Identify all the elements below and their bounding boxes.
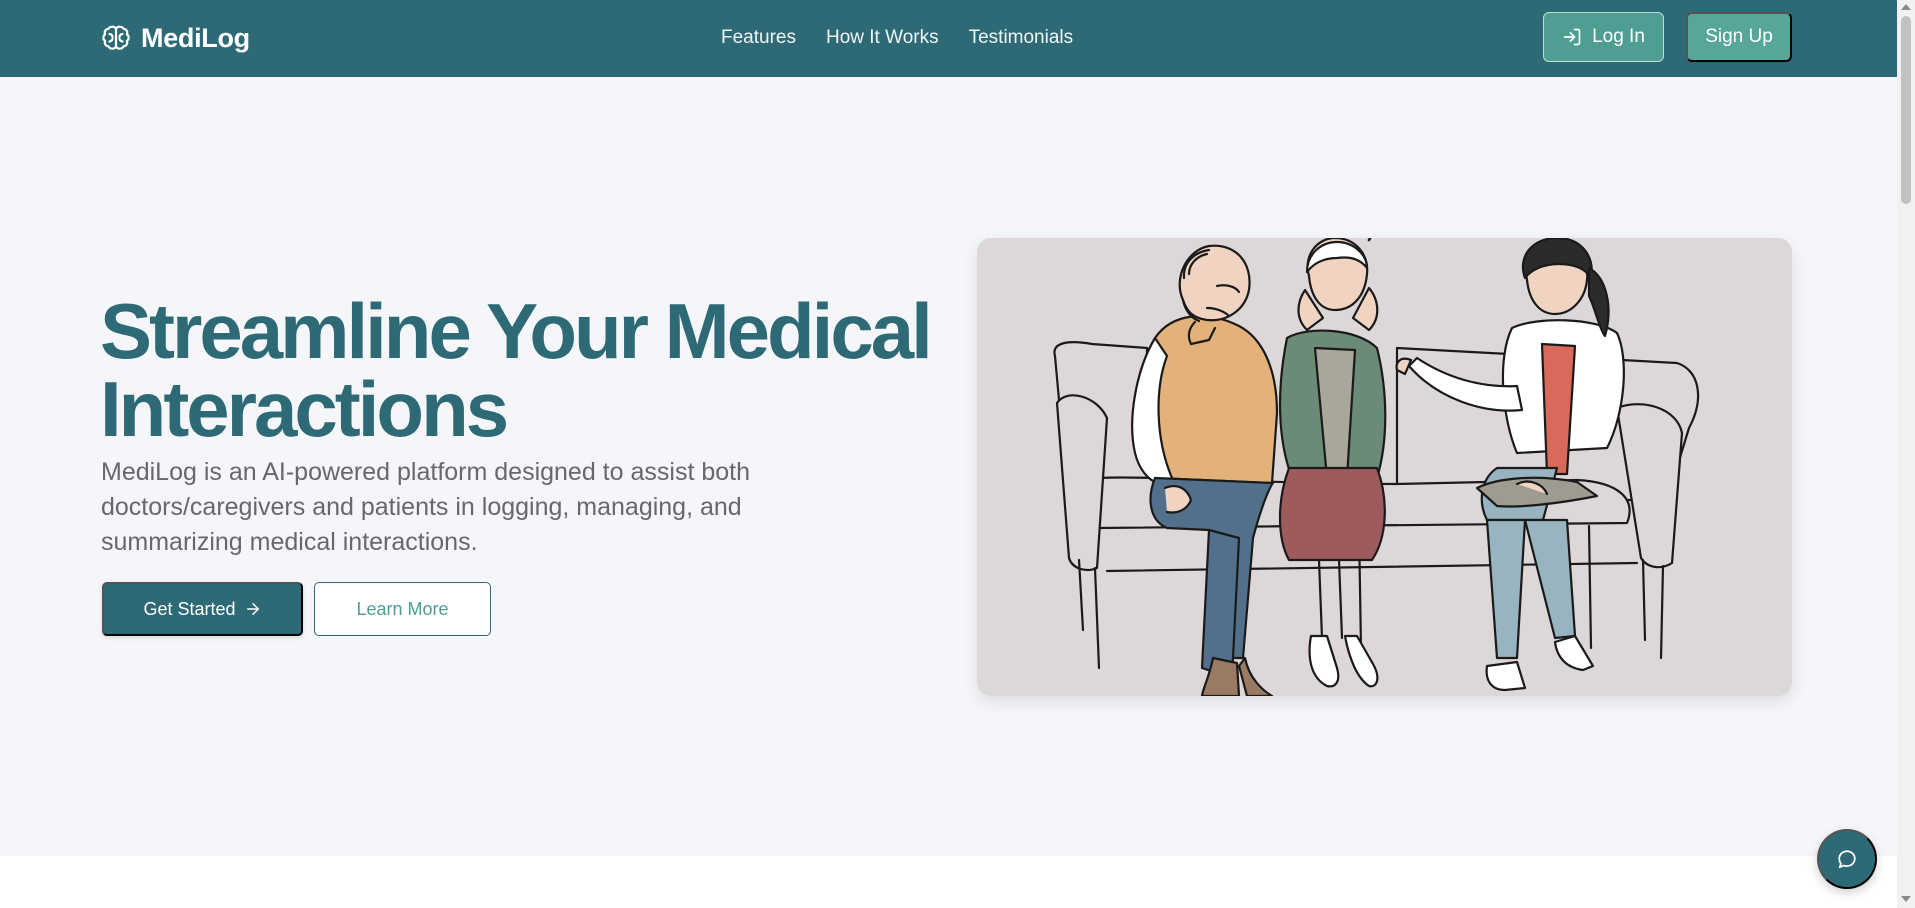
hero-title-line-1: Streamline Your Medical xyxy=(100,287,933,375)
sign-up-label: Sign Up xyxy=(1705,26,1773,47)
main-nav: Features How It Works Testimonials xyxy=(721,22,1073,54)
hero-title-line-2: Interactions xyxy=(100,365,509,453)
nav-link-how-it-works[interactable]: How It Works xyxy=(826,22,939,54)
scroll-down-arrow-icon[interactable] xyxy=(1901,896,1911,902)
sign-up-button[interactable]: Sign Up xyxy=(1686,12,1792,62)
nav-link-testimonials[interactable]: Testimonials xyxy=(969,22,1074,54)
chat-bubble-icon xyxy=(1838,850,1856,869)
learn-more-label: Learn More xyxy=(356,598,449,619)
scroll-up-arrow-icon[interactable] xyxy=(1901,4,1911,10)
next-section xyxy=(0,856,1897,908)
arrow-right-icon xyxy=(246,603,259,615)
brand-logo-link[interactable]: MediLog xyxy=(100,18,250,58)
brain-icon xyxy=(102,25,130,50)
page-scrollbar[interactable] xyxy=(1897,0,1915,908)
learn-more-button[interactable]: Learn More xyxy=(314,582,491,636)
log-in-label: Log In xyxy=(1592,26,1645,47)
hero-title: Streamline Your Medical Interactions xyxy=(100,292,940,448)
log-in-icon xyxy=(1563,28,1581,46)
get-started-button[interactable]: Get Started xyxy=(102,582,303,636)
nav-link-features[interactable]: Features xyxy=(721,22,796,54)
get-started-label: Get Started xyxy=(143,598,236,619)
brand-name: MediLog xyxy=(141,22,250,53)
navbar: MediLog Features How It Works Testimonia… xyxy=(0,0,1897,77)
scrollbar-thumb[interactable] xyxy=(1901,16,1911,204)
hero-description: MediLog is an AI-powered platform design… xyxy=(101,458,750,556)
caregiver-consultation-illustration xyxy=(1053,238,1700,696)
log-in-button[interactable]: Log In xyxy=(1543,12,1664,62)
hero-illustration xyxy=(977,238,1792,696)
chat-widget-button[interactable] xyxy=(1817,829,1877,889)
